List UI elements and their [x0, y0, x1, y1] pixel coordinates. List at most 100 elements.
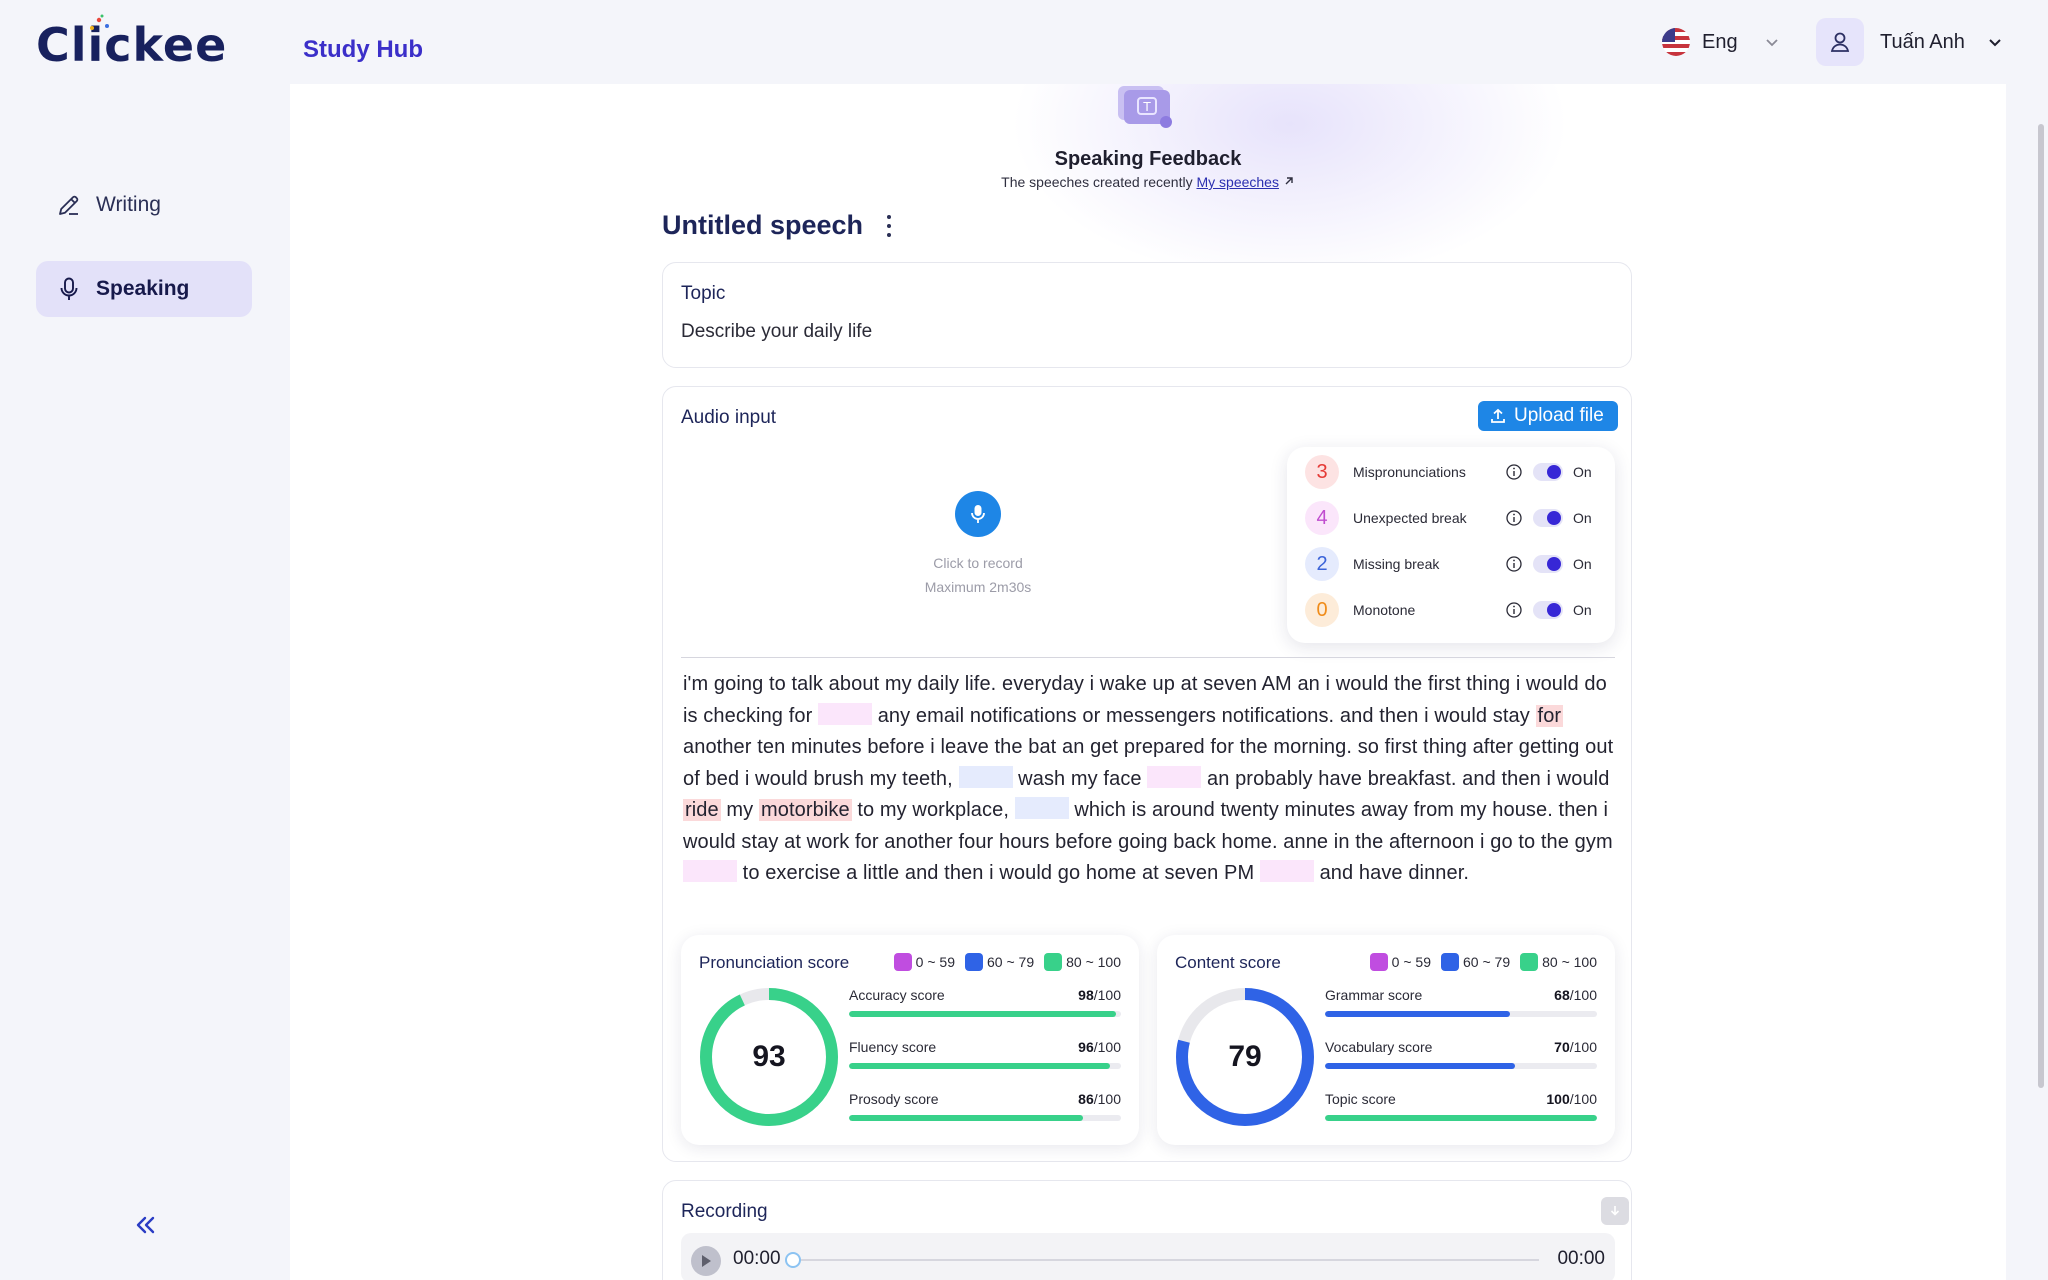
missing-break-marker[interactable] [958, 765, 1013, 788]
recording-panel: Recording 00:00 00:00 [662, 1180, 1632, 1280]
metric-bar [849, 1011, 1121, 1017]
chevron-down-icon [1989, 39, 2001, 47]
pronunciation-score-card: Pronunciation score 0 ~ 59 60 ~ 79 80 ~ 10… [681, 935, 1139, 1145]
toggle-state: On [1573, 556, 1592, 572]
metric-bar-fill [1325, 1063, 1516, 1069]
section-title[interactable]: Study Hub [303, 36, 423, 64]
metric-bar [849, 1115, 1121, 1121]
transcript: i'm going to talk about my daily life. e… [683, 669, 1615, 890]
legend-item: 60 ~ 79 [1441, 953, 1510, 971]
user-menu[interactable]: Tuấn Anh [1816, 18, 2003, 66]
sidebar-item-label: Writing [96, 193, 161, 216]
content-score-card: Content score 0 ~ 59 60 ~ 79 80 ~ 100 79 G… [1157, 935, 1615, 1145]
score-metric: Fluency score 96/100 [849, 1039, 1121, 1069]
issue-row: 3 Mispronunciations On [1305, 455, 1605, 489]
metric-bar [1325, 1115, 1597, 1121]
record-hint: Click to record [933, 555, 1023, 571]
metric-max: /100 [1093, 1091, 1121, 1107]
sidebar-item-speaking[interactable]: Speaking [36, 261, 252, 317]
seek-handle[interactable] [785, 1252, 801, 1268]
info-icon[interactable] [1505, 509, 1523, 527]
divider [681, 657, 1615, 658]
info-icon[interactable] [1505, 601, 1523, 619]
score-metric: Vocabulary score 70/100 [1325, 1039, 1597, 1069]
unexpected-break-marker[interactable] [1147, 765, 1202, 788]
download-button[interactable] [1601, 1197, 1629, 1225]
sidebar-item-label: Speaking [96, 277, 190, 300]
user-icon [1830, 32, 1850, 52]
issue-toggle[interactable] [1533, 601, 1563, 619]
logo[interactable]: Clickee [36, 14, 228, 72]
unexpected-break-marker[interactable] [1259, 860, 1314, 882]
download-icon [1610, 1206, 1620, 1216]
my-speeches-link[interactable]: My speeches [1196, 174, 1278, 190]
logo-text: Clickee [36, 18, 228, 72]
pencil-icon [59, 195, 79, 215]
metric-value: 100/100 [1546, 1091, 1597, 1107]
play-button[interactable] [691, 1246, 721, 1276]
metric-max: /100 [1569, 1091, 1597, 1107]
pronunciation-total: 93 [752, 1040, 786, 1073]
audio-input-label: Audio input [681, 407, 777, 428]
legend-swatch [1520, 953, 1539, 971]
us-flag-icon [1662, 28, 1690, 56]
metric-max: /100 [1569, 1039, 1597, 1055]
speech-feedback-icon: T [1118, 86, 1172, 128]
upload-file-button[interactable]: Upload file [1478, 401, 1618, 431]
info-icon[interactable] [1505, 555, 1523, 573]
language-selector[interactable]: Eng [1662, 26, 1780, 58]
transcript-text: any email notifications or messengers no… [877, 704, 1530, 727]
seek-track[interactable] [793, 1259, 1539, 1261]
metric-bar [1325, 1063, 1597, 1069]
issue-count: 0 [1305, 593, 1339, 627]
issue-toggle[interactable] [1533, 463, 1563, 481]
issue-row: 2 Missing break On [1305, 547, 1605, 581]
metric-bar [1325, 1011, 1597, 1017]
main-content: T Speaking Feedback The speeches created… [290, 84, 2006, 1280]
record-button[interactable] [955, 491, 1001, 537]
metric-bar-fill [1325, 1011, 1510, 1017]
sparkle-icon [90, 14, 109, 30]
mispronounced-word[interactable]: for [1535, 704, 1564, 727]
chevron-down-icon [1765, 39, 1778, 47]
issue-count: 2 [1305, 547, 1339, 581]
transcript-text: my [726, 799, 754, 821]
metric-bar-fill [849, 1063, 1111, 1069]
end-time: 00:00 [1557, 1248, 1605, 1269]
mispronounced-word[interactable]: ride [683, 799, 721, 821]
speech-title-text[interactable]: Untitled speech [662, 210, 863, 241]
metric-max: /100 [1093, 1039, 1121, 1055]
scrollbar[interactable] [2038, 124, 2044, 1088]
page-title: Speaking Feedback [1054, 148, 1242, 170]
play-icon [702, 1255, 711, 1267]
topic-panel: Topic Describe your daily life [662, 262, 1632, 368]
legend-item: 0 ~ 59 [893, 953, 955, 971]
issue-toggle[interactable] [1533, 509, 1563, 527]
external-link-icon[interactable] [1283, 175, 1295, 187]
language-label: Eng [1702, 30, 1738, 53]
legend-swatch [965, 953, 983, 971]
speech-title: Untitled speech [662, 210, 893, 241]
sidebar-item-writing[interactable]: Writing [36, 177, 252, 233]
upload-file-label: Upload file [1514, 405, 1604, 426]
missing-break-marker[interactable] [1014, 797, 1069, 819]
metric-score: 98 [1078, 987, 1094, 1003]
mispronounced-word[interactable]: motorbike [758, 799, 852, 821]
content-score-title: Content score [1175, 953, 1281, 972]
score-metric: Prosody score 86/100 [849, 1091, 1121, 1121]
unexpected-break-marker[interactable] [683, 860, 737, 882]
avatar [1816, 18, 1864, 66]
info-icon[interactable] [1505, 463, 1523, 481]
issue-toggle[interactable] [1533, 555, 1563, 573]
legend-label: 60 ~ 79 [987, 954, 1035, 970]
double-chevron-left-icon[interactable] [130, 1210, 160, 1240]
legend-item: 80 ~ 100 [1520, 953, 1597, 971]
issue-name: Unexpected break [1353, 510, 1467, 526]
issue-count: 4 [1305, 501, 1339, 535]
more-options-icon[interactable] [885, 214, 893, 237]
topic-label: Topic [681, 283, 726, 304]
issue-name: Missing break [1353, 556, 1440, 572]
transcript-text: wash my face [1018, 767, 1142, 790]
unexpected-break-marker[interactable] [818, 702, 873, 725]
transcript-text: to my workplace, [857, 799, 1010, 821]
